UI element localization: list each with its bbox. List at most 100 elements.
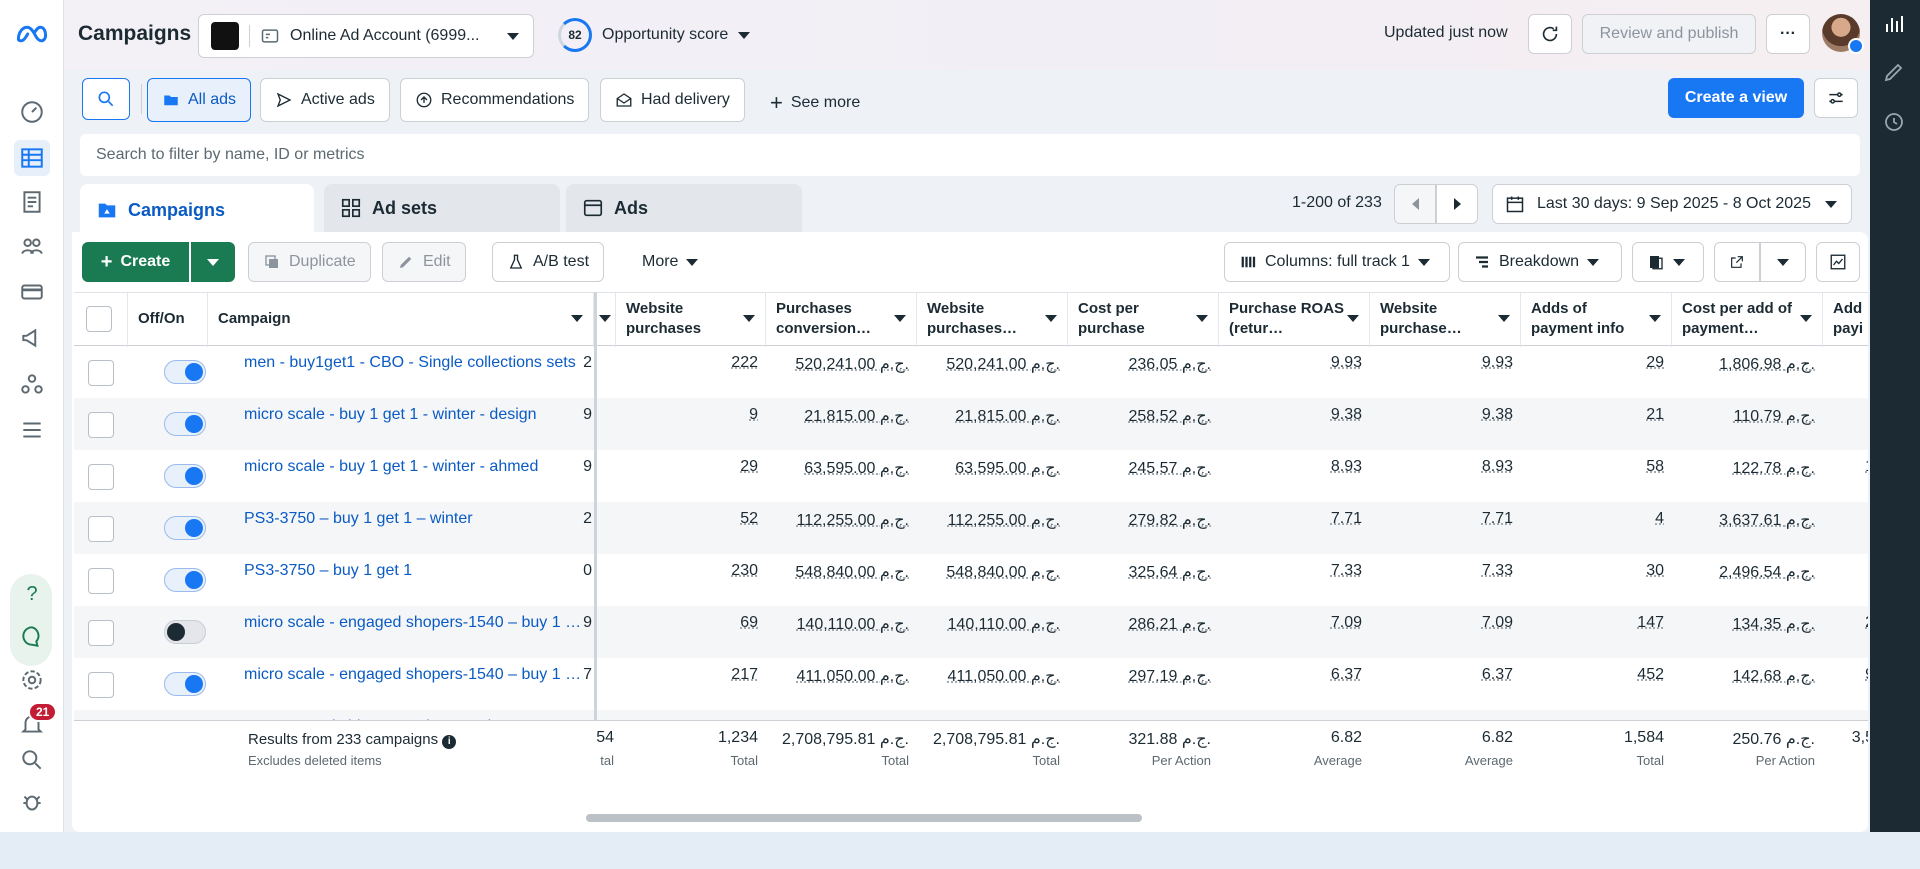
info-icon[interactable]: i — [442, 735, 457, 749]
billing-icon[interactable] — [14, 274, 50, 310]
table-row[interactable]: men - buy1get1 - CBO - Single collection… — [74, 346, 1868, 398]
tab-ads[interactable]: Ads — [566, 184, 802, 232]
campaign-name-link[interactable]: micro scale - engaged shopers-1540 – buy… — [244, 666, 584, 684]
row-checkbox[interactable] — [88, 568, 114, 594]
chart-toggle-button[interactable] — [1816, 242, 1860, 282]
network-icon[interactable] — [14, 366, 50, 402]
menu-icon[interactable] — [14, 412, 50, 448]
export-button[interactable] — [1714, 242, 1760, 282]
table-row[interactable]: PS3-3750 – buy 1 get 1 0 230 548,840.00 ج.م… — [74, 554, 1868, 606]
next-page-button[interactable] — [1436, 184, 1478, 224]
select-all-checkbox[interactable] — [86, 306, 112, 332]
campaign-name-link[interactable]: men - buy1get1 - CBO - Single collection… — [244, 354, 584, 372]
header-campaign[interactable]: Campaign — [208, 293, 594, 347]
row-checkbox[interactable] — [88, 516, 114, 542]
more-options-button[interactable]: ··· — [1766, 14, 1810, 54]
header-cost-per-purchase[interactable]: Cost per purchase — [1068, 293, 1219, 347]
row-checkbox[interactable] — [88, 672, 114, 698]
campaign-name-link[interactable]: PS3-3750 – buy 1 get 1 – winter — [244, 510, 584, 528]
campaign-name-link[interactable]: micro scale - buy 1 get 1 - winter - ahm… — [244, 458, 584, 476]
header-purchases-conversion[interactable]: Purchases conversion… — [766, 293, 917, 347]
footer-total-value: 1,234 — [717, 729, 758, 746]
tab-ad-sets[interactable]: Ad sets — [324, 184, 560, 232]
edit-button[interactable]: Edit — [382, 242, 466, 282]
table-row[interactable]: PS3-3750 – buy 1 get 1 – winter 2 52 112,25… — [74, 502, 1868, 554]
create-dropdown-button[interactable] — [191, 242, 235, 282]
row-checkbox[interactable] — [88, 412, 114, 438]
metric-cell: 21 — [1646, 406, 1664, 423]
campaigns-table-icon[interactable] — [14, 140, 50, 176]
header-adds-payment-info[interactable]: Adds of payment info — [1521, 293, 1672, 347]
refresh-button[interactable] — [1528, 14, 1572, 54]
history-icon[interactable] — [1882, 110, 1908, 136]
columns-button[interactable]: Columns: full track 1 — [1224, 242, 1450, 282]
ad-account-icon — [261, 29, 279, 43]
row-checkbox[interactable] — [88, 360, 114, 386]
opportunity-score[interactable]: 82 Opportunity score — [558, 18, 751, 52]
account-selector[interactable]: Online Ad Account (6999... — [198, 14, 534, 58]
metric-cell: 7.71 — [1481, 510, 1513, 527]
campaign-toggle[interactable] — [164, 620, 206, 644]
search-icon[interactable] — [14, 742, 50, 778]
duplicate-button[interactable]: Duplicate — [248, 242, 371, 282]
campaign-toggle[interactable] — [164, 464, 206, 488]
more-button[interactable]: More — [628, 242, 713, 282]
header-website-purchase-roas[interactable]: Website purchase… — [1370, 293, 1521, 347]
date-range-picker[interactable]: Last 30 days: 9 Sep 2025 - 8 Oct 2025 — [1492, 184, 1852, 224]
filter-settings-button[interactable] — [1814, 78, 1858, 118]
header-add-payment-partial[interactable]: Add payi — [1823, 293, 1868, 347]
header-cost-per-add-payment[interactable]: Cost per add of payment… — [1672, 293, 1823, 347]
chip-active-ads[interactable]: Active ads — [260, 78, 390, 122]
table-row[interactable]: micro scale - engaged shopers-1540 – buy… — [74, 658, 1868, 710]
campaign-toggle[interactable] — [164, 412, 206, 436]
search-input[interactable]: Search to filter by name, ID or metrics — [80, 134, 1860, 176]
megaphone-icon[interactable] — [14, 320, 50, 356]
pencil-icon[interactable] — [1882, 60, 1908, 86]
create-button[interactable]: + Create — [82, 242, 189, 282]
campaign-toggle[interactable] — [164, 568, 206, 592]
reports-button[interactable] — [1632, 242, 1704, 282]
campaign-name-link[interactable]: PS3-3750 – buy 1 get 1 — [244, 562, 584, 580]
tab-campaigns[interactable]: Campaigns — [80, 184, 314, 236]
ab-test-button[interactable]: A/B test — [492, 242, 605, 282]
chat-icon[interactable] — [14, 618, 50, 654]
chip-recommendations[interactable]: Recommendations — [400, 78, 590, 122]
meta-logo-icon[interactable] — [14, 16, 50, 52]
chip-all-ads[interactable]: All ads — [147, 78, 252, 122]
table-row[interactable]: micro scale - engaged shopers-1540 – buy… — [74, 606, 1868, 658]
breakdown-button[interactable]: Breakdown — [1458, 242, 1622, 282]
header-purchase-roas[interactable]: Purchase ROAS (retur… — [1219, 293, 1370, 347]
see-more-link[interactable]: + See more — [770, 90, 860, 116]
row-checkbox[interactable] — [88, 620, 114, 646]
metric-cell: 134.35 ج.م. — [1732, 616, 1815, 633]
horizontal-scrollbar[interactable] — [586, 814, 1142, 822]
review-publish-button[interactable]: Review and publish — [1582, 14, 1756, 54]
table-row[interactable]: micro scale - buy 1 get 1 - winter - des… — [74, 398, 1868, 450]
campaign-toggle[interactable] — [164, 360, 206, 384]
pages-icon[interactable] — [14, 184, 50, 220]
campaign-name-link[interactable]: micro scale - engaged shopers-1540 – buy… — [244, 614, 584, 632]
campaign-toggle[interactable] — [164, 672, 206, 696]
help-icon[interactable]: ? — [14, 576, 50, 612]
chip-had-delivery[interactable]: Had delivery — [600, 78, 745, 122]
campaign-toggle[interactable] — [164, 516, 206, 540]
metric-cell: 4 — [1655, 510, 1664, 527]
chevron-down-icon — [743, 315, 755, 322]
metric-cell: 29 — [1646, 354, 1664, 371]
header-website-purchases-value[interactable]: Website purchases… — [917, 293, 1068, 347]
export-dropdown-button[interactable] — [1760, 242, 1806, 282]
dashboard-icon[interactable] — [14, 94, 50, 130]
header-website-purchases[interactable]: Website purchases — [616, 293, 766, 347]
prev-page-button[interactable] — [1394, 184, 1436, 224]
bar-chart-icon[interactable] — [1882, 12, 1908, 38]
create-view-button[interactable]: Create a view — [1668, 78, 1804, 118]
search-button[interactable] — [82, 78, 130, 120]
bug-icon[interactable] — [14, 784, 50, 820]
table-row[interactable]: micro scale - buy 1 get 1 - winter - ahm… — [74, 450, 1868, 502]
settings-icon[interactable] — [14, 662, 50, 698]
row-checkbox[interactable] — [88, 464, 114, 490]
chevron-down-icon — [1825, 201, 1837, 208]
audiences-icon[interactable] — [14, 228, 50, 264]
campaign-name-link[interactable]: micro scale - buy 1 get 1 - winter - des… — [244, 406, 584, 424]
header-offon[interactable]: Off/On — [128, 293, 208, 347]
